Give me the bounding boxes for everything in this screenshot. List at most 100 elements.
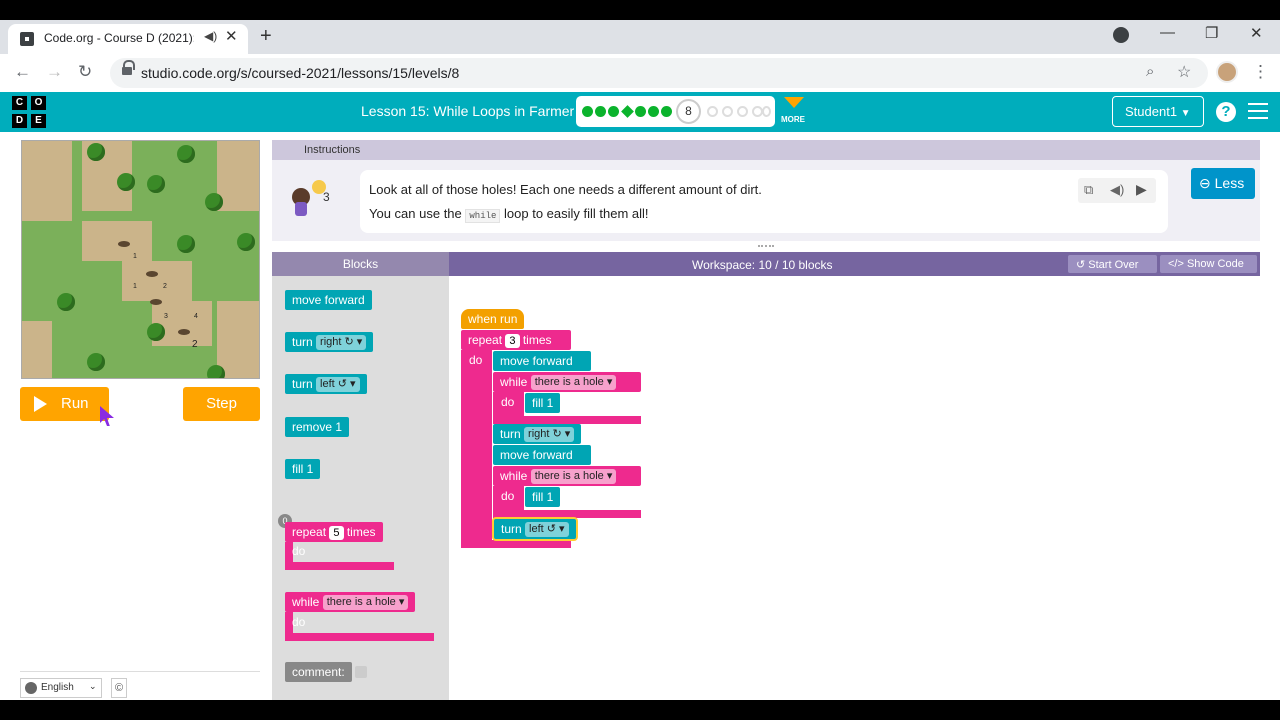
current-level-bubble[interactable]: 8 [676, 99, 701, 124]
kebab-menu-icon[interactable]: ⋮ [1252, 62, 1269, 82]
direction-dropdown[interactable]: left ↺ ▾ [316, 377, 360, 392]
toolbox-remove-block[interactable]: remove 1 [285, 417, 350, 437]
step-button[interactable]: Step [183, 387, 260, 421]
level-dot-complete[interactable] [595, 106, 606, 117]
level-dot-empty[interactable] [707, 106, 718, 117]
speaker-icon[interactable]: ◀) [204, 29, 217, 43]
condition-dropdown[interactable]: there is a hole ▾ [530, 469, 617, 484]
lesson-title[interactable]: Lesson 15: While Loops in Farmer [361, 103, 574, 119]
level-dot-complete[interactable] [648, 106, 659, 117]
zoom-icon[interactable]: ⌕ [1146, 63, 1154, 80]
move-forward-block[interactable]: move forward [493, 445, 591, 465]
help-icon[interactable]: ? [1216, 102, 1236, 122]
play-audio-icon[interactable]: ▶ [1136, 181, 1147, 198]
level-dot-complete[interactable] [621, 105, 634, 118]
instruction-bubble: Look at all of those holes! Each one nee… [360, 170, 1168, 233]
bookmark-star-icon[interactable]: ☆ [1177, 62, 1191, 82]
comment-field[interactable] [355, 666, 367, 678]
level-dot-empty[interactable] [722, 106, 733, 117]
hole-count: 3 [164, 313, 168, 320]
toolbox-fill-block[interactable]: fill 1 [285, 459, 321, 479]
more-label[interactable]: MORE [781, 115, 805, 124]
workspace-canvas[interactable]: when run repeat 3 times do move forward … [449, 276, 1260, 700]
block-label: comment: [292, 665, 345, 679]
user-menu-button[interactable]: Student1 ▼ [1112, 96, 1204, 127]
browser-tab[interactable]: Code.org - Course D (2021): ◀) ✕ [8, 24, 248, 54]
repeat-block-foot [461, 540, 571, 548]
text-to-speech-controls: ⧉ ◀) ▶ [1078, 178, 1156, 203]
do-label: do [501, 395, 515, 409]
dirt-path [82, 221, 152, 261]
repeat-block[interactable]: repeat 3 times [461, 330, 571, 350]
condition-dropdown[interactable]: there is a hole ▾ [530, 375, 617, 390]
while-block[interactable]: while there is a hole ▾ [493, 466, 641, 486]
direction-dropdown[interactable]: right ↻ ▾ [524, 427, 575, 442]
fill-block[interactable]: fill 1 [525, 393, 561, 413]
tree [57, 293, 75, 311]
speaker-icon[interactable]: ◀) [1110, 182, 1124, 198]
toolbox-move-forward-block[interactable]: move forward [285, 290, 372, 310]
repeat-count-field[interactable]: 3 [505, 334, 520, 348]
new-tab-icon[interactable]: + [260, 25, 272, 48]
collapse-icon: ⊖ [1199, 175, 1211, 191]
run-label: Run [61, 395, 89, 412]
url-field[interactable]: studio.code.org/s/coursed-2021/lessons/1… [110, 58, 1208, 88]
turn-right-block[interactable]: turn right ↻ ▾ [493, 424, 582, 444]
do-label: do [469, 353, 483, 367]
toolbox-while-block[interactable]: while there is a hole ▾ [285, 592, 416, 612]
resize-grip[interactable] [758, 245, 774, 249]
forward-arrow-icon[interactable]: → [46, 62, 63, 82]
block-toolbox: move forward turn right ↻ ▾ turn left ↺ … [272, 276, 449, 700]
when-run-block[interactable]: when run [461, 309, 525, 329]
copyright-button[interactable]: © [111, 678, 127, 698]
level-dot-complete[interactable] [661, 106, 672, 117]
repeat-count-field[interactable]: 5 [329, 526, 344, 540]
direction-dropdown[interactable]: right ↻ ▾ [316, 335, 367, 350]
codeorg-logo[interactable]: C O D E [12, 96, 46, 128]
translate-icon[interactable]: ⧉ [1084, 182, 1093, 198]
level-dot-empty[interactable] [762, 106, 771, 117]
back-arrow-icon[interactable]: ← [14, 62, 31, 82]
undo-icon: ↺ [1076, 259, 1086, 271]
condition-dropdown[interactable]: there is a hole ▾ [322, 595, 409, 610]
window-close-icon[interactable]: ✕ [1250, 24, 1263, 42]
start-over-button[interactable]: ↺ Start Over [1068, 255, 1157, 273]
toolbox-repeat-block[interactable]: repeat 5 times [285, 522, 383, 542]
level-dot-empty[interactable] [737, 106, 748, 117]
while-block[interactable]: while there is a hole ▾ [493, 372, 641, 392]
tab-instructions[interactable]: Instructions [304, 144, 360, 156]
profile-avatar[interactable] [1216, 61, 1238, 83]
less-button[interactable]: ⊖ Less [1191, 168, 1255, 199]
toolbox-turn-left-block[interactable]: turn left ↺ ▾ [285, 374, 367, 394]
hamburger-menu-icon[interactable] [1248, 103, 1268, 119]
tree [177, 235, 195, 253]
show-code-button[interactable]: </> Show Code [1160, 255, 1257, 273]
block-label: fill 1 [292, 462, 314, 476]
hole-count: 1 [133, 253, 137, 260]
move-forward-block[interactable]: move forward [493, 351, 591, 371]
fill-block[interactable]: fill 1 [525, 487, 561, 507]
toolbox-comment-block[interactable]: comment: [285, 662, 367, 682]
turn-left-block-selected[interactable]: turn left ↺ ▾ [494, 519, 576, 539]
more-triangle-icon[interactable] [784, 97, 804, 108]
level-dot-complete[interactable] [635, 106, 646, 117]
logo-letter: D [12, 114, 27, 128]
restore-icon[interactable]: ❐ [1205, 24, 1218, 42]
reload-icon[interactable]: ↻ [78, 62, 92, 82]
minimize-icon[interactable]: — [1160, 24, 1175, 41]
level-dot-complete[interactable] [608, 106, 619, 117]
media-control-icon[interactable] [1113, 27, 1129, 43]
language-select[interactable]: English ⌄ [20, 678, 102, 698]
browser-frame: Code.org - Course D (2021): ◀) ✕ + — ❐ ✕… [0, 20, 1280, 700]
run-button[interactable]: Run [20, 387, 109, 421]
hole [178, 329, 190, 335]
level-dot-complete[interactable] [582, 106, 593, 117]
show-code-label: Show Code [1186, 258, 1244, 270]
instruction-text: You can use the [369, 206, 462, 221]
close-tab-icon[interactable]: ✕ [225, 27, 238, 45]
toolbox-turn-right-block[interactable]: turn right ↻ ▾ [285, 332, 374, 352]
block-label: remove 1 [292, 420, 343, 434]
direction-dropdown[interactable]: left ↺ ▾ [525, 522, 569, 537]
tree [177, 145, 195, 163]
workspace-header: Workspace: 10 / 10 blocks ↺ Start Over <… [449, 252, 1260, 276]
